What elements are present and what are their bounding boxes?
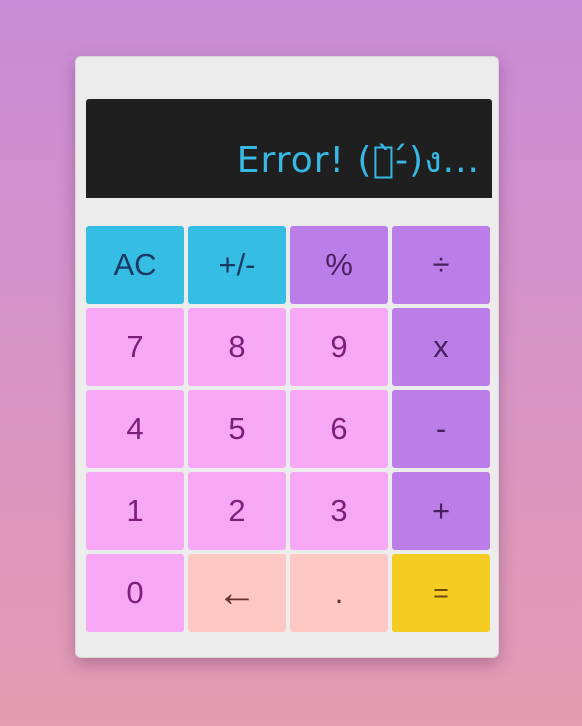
divide-button[interactable]: ÷ — [392, 226, 490, 304]
digit-1-button[interactable]: 1 — [86, 472, 184, 550]
digit-9-button[interactable]: 9 — [290, 308, 388, 386]
digit-4-button[interactable]: 4 — [86, 390, 184, 468]
toggle-sign-button[interactable]: +/- — [188, 226, 286, 304]
multiply-button[interactable]: x — [392, 308, 490, 386]
digit-8-button[interactable]: 8 — [188, 308, 286, 386]
digit-2-button[interactable]: 2 — [188, 472, 286, 550]
percent-button[interactable]: % — [290, 226, 388, 304]
digit-5-button[interactable]: 5 — [188, 390, 286, 468]
keypad: AC +/- % ÷ 7 8 9 x 4 5 6 - 1 2 3 + 0 ← .… — [86, 226, 492, 632]
digit-0-button[interactable]: 0 — [86, 554, 184, 632]
calculator-display: Error! (ง̀-́)ง... — [86, 99, 492, 198]
equals-button[interactable]: = — [392, 554, 490, 632]
calculator: Error! (ง̀-́)ง... AC +/- % ÷ 7 8 9 x 4 5… — [75, 56, 499, 658]
subtract-button[interactable]: - — [392, 390, 490, 468]
backspace-button[interactable]: ← — [188, 554, 286, 632]
decimal-button[interactable]: . — [290, 554, 388, 632]
add-button[interactable]: + — [392, 472, 490, 550]
digit-6-button[interactable]: 6 — [290, 390, 388, 468]
display-value: Error! (ง̀-́)ง... — [236, 140, 480, 181]
digit-3-button[interactable]: 3 — [290, 472, 388, 550]
digit-7-button[interactable]: 7 — [86, 308, 184, 386]
all-clear-button[interactable]: AC — [86, 226, 184, 304]
